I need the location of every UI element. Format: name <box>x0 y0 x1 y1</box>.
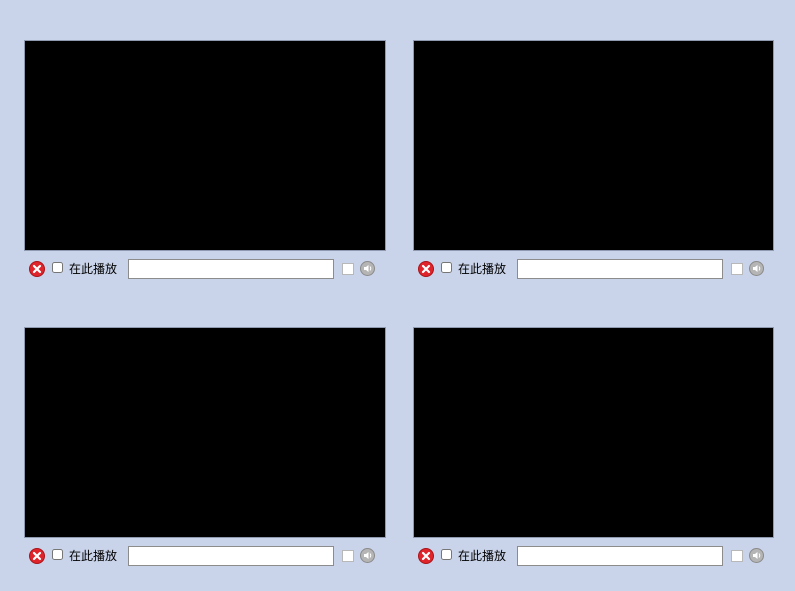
stream-url-input[interactable] <box>128 546 334 566</box>
play-here-label: 在此播放 <box>69 262 118 276</box>
video-screen[interactable] <box>24 40 386 251</box>
video-screen[interactable] <box>413 40 774 251</box>
extra-checkbox[interactable] <box>731 263 743 275</box>
speaker-icon[interactable] <box>360 548 375 563</box>
close-icon[interactable] <box>29 261 45 277</box>
play-here-checkbox[interactable] <box>441 262 452 273</box>
play-here-checkbox[interactable] <box>52 549 63 560</box>
extra-checkbox[interactable] <box>342 263 354 275</box>
player-controls: 在此播放 <box>24 251 386 287</box>
video-screen[interactable] <box>24 327 386 538</box>
close-icon[interactable] <box>418 548 434 564</box>
speaker-icon[interactable] <box>749 261 764 276</box>
player-controls: 在此播放 <box>413 538 774 574</box>
close-icon[interactable] <box>29 548 45 564</box>
player-controls: 在此播放 <box>413 251 774 287</box>
stream-url-input[interactable] <box>517 546 723 566</box>
stream-url-input[interactable] <box>517 259 723 279</box>
play-here-checkbox[interactable] <box>441 549 452 560</box>
stream-url-input[interactable] <box>128 259 334 279</box>
close-icon[interactable] <box>418 261 434 277</box>
extra-checkbox[interactable] <box>731 550 743 562</box>
speaker-icon[interactable] <box>360 261 375 276</box>
play-here-label: 在此播放 <box>69 549 118 563</box>
video-screen[interactable] <box>413 327 774 538</box>
extra-checkbox[interactable] <box>342 550 354 562</box>
play-here-checkbox[interactable] <box>52 262 63 273</box>
player-grid: 在此播放 在此播放 在此播放 在此播放 <box>0 0 795 591</box>
player-controls: 在此播放 <box>24 538 386 574</box>
play-here-label: 在此播放 <box>458 262 507 276</box>
speaker-icon[interactable] <box>749 548 764 563</box>
play-here-label: 在此播放 <box>458 549 507 563</box>
